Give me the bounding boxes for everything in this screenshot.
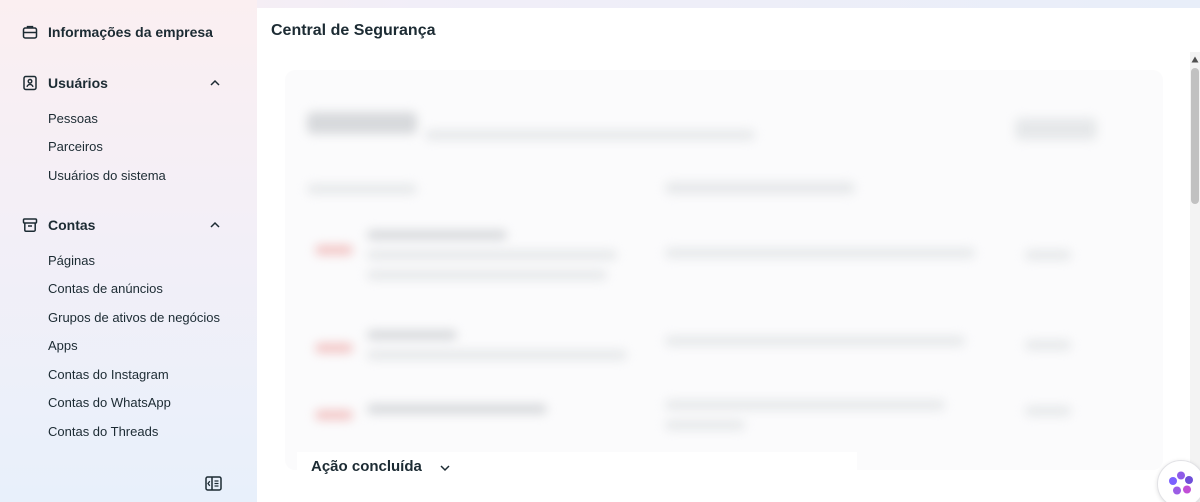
- main-panel: Central de Segurança Ação concluída: [257, 8, 1200, 502]
- sidebar-section-users-label: Usuários: [48, 75, 108, 91]
- sidebar-collapse-icon[interactable]: [205, 476, 222, 491]
- chevron-up-icon[interactable]: [208, 76, 222, 90]
- archive-box-icon: [22, 217, 38, 233]
- sidebar-item-instagram-accounts[interactable]: Contas do Instagram: [48, 367, 169, 383]
- sidebar-item-whatsapp-accounts[interactable]: Contas do WhatsApp: [48, 395, 171, 411]
- sidebar: Informações da empresa Usuários Pessoas …: [0, 0, 257, 502]
- sidebar-item-partners[interactable]: Parceiros: [48, 139, 103, 155]
- sidebar-item-people[interactable]: Pessoas: [48, 111, 98, 127]
- sidebar-item-business-asset-groups[interactable]: Grupos de ativos de negócios: [48, 310, 220, 326]
- scrollbar-thumb[interactable]: [1191, 68, 1199, 204]
- security-card-blurred: [285, 70, 1163, 470]
- user-badge-icon: [22, 75, 38, 91]
- completed-action-label: Ação concluída: [311, 458, 422, 475]
- sidebar-section-users[interactable]: Usuários: [22, 73, 222, 93]
- sidebar-item-ad-accounts[interactable]: Contas de anúncios: [48, 281, 163, 297]
- sidebar-item-system-users[interactable]: Usuários do sistema: [48, 168, 166, 184]
- sidebar-item-company-info[interactable]: Informações da empresa: [22, 22, 213, 42]
- sidebar-item-company-info-label: Informações da empresa: [48, 24, 213, 40]
- page-title: Central de Segurança: [271, 22, 436, 39]
- assistant-button[interactable]: [1157, 460, 1200, 502]
- sidebar-item-pages[interactable]: Páginas: [48, 253, 95, 269]
- sidebar-section-accounts[interactable]: Contas: [22, 215, 222, 235]
- chevron-down-icon[interactable]: [438, 458, 452, 475]
- briefcase-icon: [22, 24, 38, 40]
- sidebar-item-apps[interactable]: Apps: [48, 338, 78, 354]
- chevron-up-icon[interactable]: [208, 218, 222, 232]
- sidebar-section-accounts-label: Contas: [48, 217, 96, 233]
- completed-action-section[interactable]: Ação concluída: [297, 452, 857, 502]
- sidebar-item-threads-accounts[interactable]: Contas do Threads: [48, 424, 158, 440]
- scroll-up-arrow-icon[interactable]: [1191, 56, 1199, 63]
